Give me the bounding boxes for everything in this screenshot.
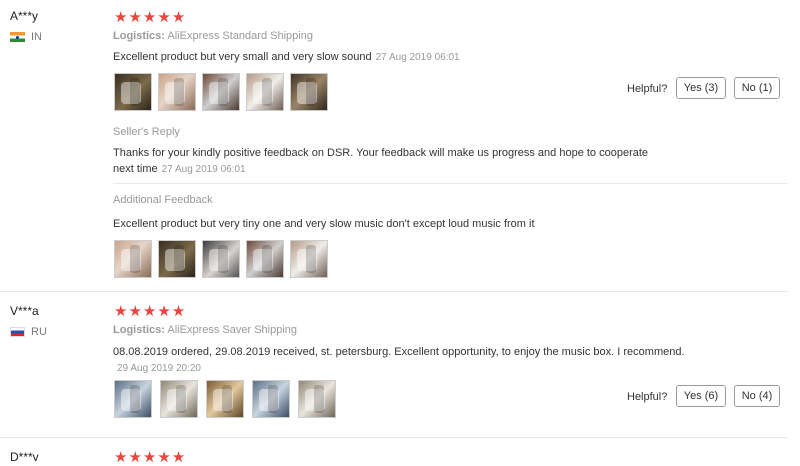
seller-reply-line2: next time [113,163,158,175]
star-rating: ★★★★★ [114,303,187,320]
review-photo[interactable] [252,380,290,418]
logistics-value: AliExpress Saver Shipping [167,324,298,336]
seller-reply-title: Seller's Reply [113,126,180,138]
india-flag-icon [10,32,25,42]
reviewer-name: A***y [10,9,39,23]
review-photo[interactable] [158,73,196,111]
review-photos [114,380,336,418]
review-photos [114,73,328,111]
review-photo[interactable] [290,73,328,111]
review-photo[interactable] [202,240,240,278]
helpful-yes-button[interactable]: Yes (3) [676,77,726,99]
star-rating: ★★★★★ [114,449,187,466]
review-date: 27 Aug 2019 06:01 [375,52,460,63]
review-text: 08.08.2019 ordered, 29.08.2019 received,… [113,344,685,377]
review-text: Excellent product but very small and ver… [113,49,460,66]
helpful-label: Helpful? [627,391,668,403]
review-photo[interactable] [160,380,198,418]
additional-feedback-title: Additional Feedback [113,194,213,206]
review-item: A***y IN ★★★★★ Logistics: AliExpress Sta… [0,0,800,291]
reviewer-country: RU [10,326,47,338]
review-body: 08.08.2019 ordered, 29.08.2019 received,… [113,346,685,358]
seller-reply-date: 27 Aug 2019 06:01 [161,164,246,175]
review-photo[interactable] [246,73,284,111]
seller-reply-line1: Thanks for your kindly positive feedback… [113,147,649,159]
logistics-label: Logistics: [113,324,165,336]
review-date: 29 Aug 2019 20:20 [117,363,201,374]
seller-reply-text: Thanks for your kindly positive feedback… [113,145,648,178]
review-body: Excellent product but very small and ver… [113,51,372,63]
review-photo[interactable] [202,73,240,111]
logistics-info: Logistics: AliExpress Saver Shipping [113,324,297,336]
review-photo[interactable] [206,380,244,418]
helpful-no-button[interactable]: No (1) [734,77,780,99]
logistics-label: Logistics: [113,30,165,42]
helpful-yes-button[interactable]: Yes (6) [676,385,726,407]
helpful-label: Helpful? [627,83,668,95]
reviewer-country: IN [10,31,42,43]
review-photo[interactable] [246,240,284,278]
country-code: IN [31,31,42,43]
star-rating: ★★★★★ [114,9,187,26]
reviewer-name: V***a [10,304,39,318]
review-item: D***v ★★★★★ [0,438,800,466]
review-item: V***a RU ★★★★★ Logistics: AliExpress Sav… [0,292,800,437]
review-photo[interactable] [290,240,328,278]
russia-flag-icon [10,327,25,337]
additional-feedback-text: Excellent product but very tiny one and … [113,218,535,230]
review-photo[interactable] [158,240,196,278]
logistics-info: Logistics: AliExpress Standard Shipping [113,30,313,42]
review-photo[interactable] [114,380,152,418]
section-divider [113,183,787,184]
country-code: RU [31,326,47,338]
review-photo[interactable] [298,380,336,418]
review-photo[interactable] [114,73,152,111]
logistics-value: AliExpress Standard Shipping [167,30,313,42]
helpful-no-button[interactable]: No (4) [734,385,780,407]
additional-feedback-photos [114,240,328,278]
review-photo[interactable] [114,240,152,278]
reviewer-name: D***v [10,450,39,464]
